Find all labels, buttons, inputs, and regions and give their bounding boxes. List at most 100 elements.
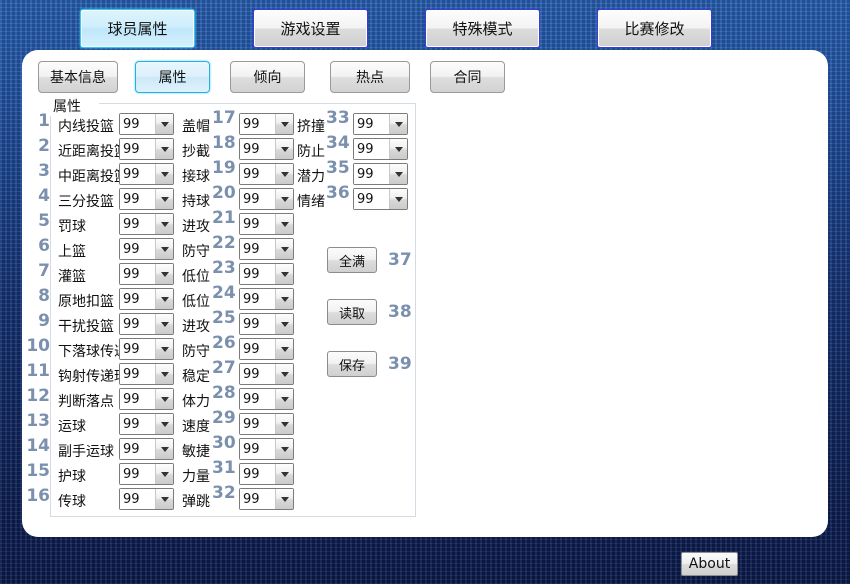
- chevron-down-icon[interactable]: [155, 289, 173, 309]
- chevron-down-icon[interactable]: [155, 439, 173, 459]
- chevron-down-icon[interactable]: [389, 189, 407, 209]
- action-button-1[interactable]: 全满: [327, 247, 377, 273]
- row-index: 8: [38, 286, 50, 306]
- attribute-label: 钩射传递球: [58, 369, 128, 385]
- attribute-select[interactable]: 99: [119, 113, 174, 135]
- action-button-label: 保存: [338, 358, 365, 374]
- attribute-select[interactable]: 99: [239, 463, 294, 485]
- sub-tab-label: 属性: [158, 70, 187, 86]
- chevron-down-icon[interactable]: [275, 364, 293, 384]
- attribute-select[interactable]: 99: [239, 438, 294, 460]
- attribute-select[interactable]: 99: [239, 413, 294, 435]
- chevron-down-icon[interactable]: [155, 314, 173, 334]
- chevron-down-icon[interactable]: [389, 139, 407, 159]
- attribute-select[interactable]: 99: [119, 313, 174, 335]
- attribute-select[interactable]: 99: [239, 263, 294, 285]
- main-tab-3[interactable]: 特殊模式: [425, 9, 540, 48]
- chevron-down-icon[interactable]: [155, 139, 173, 159]
- attribute-select[interactable]: 99: [119, 338, 174, 360]
- attribute-select[interactable]: 99: [239, 188, 294, 210]
- attribute-select[interactable]: 99: [119, 138, 174, 160]
- attribute-select[interactable]: 99: [239, 313, 294, 335]
- attribute-select[interactable]: 99: [119, 288, 174, 310]
- attribute-select[interactable]: 99: [239, 363, 294, 385]
- attribute-select[interactable]: 99: [239, 488, 294, 510]
- chevron-down-icon[interactable]: [155, 414, 173, 434]
- chevron-down-icon[interactable]: [275, 164, 293, 184]
- attribute-select[interactable]: 99: [353, 113, 408, 135]
- row-index: 15: [26, 461, 50, 481]
- chevron-down-icon[interactable]: [155, 114, 173, 134]
- chevron-down-icon[interactable]: [275, 264, 293, 284]
- main-tab-2[interactable]: 游戏设置: [253, 9, 368, 48]
- attribute-label: 进攻: [182, 319, 210, 335]
- sub-tab-3[interactable]: 倾向: [230, 61, 305, 93]
- sub-tab-4[interactable]: 热点: [330, 61, 410, 93]
- attribute-select[interactable]: 99: [239, 213, 294, 235]
- chevron-down-icon[interactable]: [275, 239, 293, 259]
- attribute-select[interactable]: 99: [119, 488, 174, 510]
- attribute-select[interactable]: 99: [239, 113, 294, 135]
- attribute-select[interactable]: 99: [119, 413, 174, 435]
- chevron-down-icon[interactable]: [155, 214, 173, 234]
- attribute-select[interactable]: 99: [119, 163, 174, 185]
- chevron-down-icon[interactable]: [155, 389, 173, 409]
- attribute-select[interactable]: 99: [239, 338, 294, 360]
- chevron-down-icon[interactable]: [275, 189, 293, 209]
- attribute-select[interactable]: 99: [119, 388, 174, 410]
- row-index: 18: [212, 133, 236, 153]
- attribute-select[interactable]: 99: [353, 138, 408, 160]
- about-button[interactable]: About: [681, 552, 738, 576]
- attribute-select[interactable]: 99: [239, 163, 294, 185]
- chevron-down-icon[interactable]: [275, 489, 293, 509]
- attribute-select[interactable]: 99: [119, 263, 174, 285]
- attribute-select[interactable]: 99: [239, 388, 294, 410]
- row-index: 20: [212, 183, 236, 203]
- chevron-down-icon[interactable]: [275, 114, 293, 134]
- chevron-down-icon[interactable]: [389, 114, 407, 134]
- chevron-down-icon[interactable]: [155, 264, 173, 284]
- chevron-down-icon[interactable]: [389, 164, 407, 184]
- chevron-down-icon[interactable]: [275, 314, 293, 334]
- main-tab-4[interactable]: 比赛修改: [597, 9, 712, 48]
- action-button-2[interactable]: 读取: [327, 299, 377, 325]
- sub-tab-1[interactable]: 基本信息: [38, 61, 118, 93]
- attribute-label: 低位: [182, 269, 210, 285]
- attribute-select[interactable]: 99: [119, 438, 174, 460]
- chevron-down-icon[interactable]: [155, 339, 173, 359]
- chevron-down-icon[interactable]: [275, 414, 293, 434]
- attribute-select[interactable]: 99: [353, 188, 408, 210]
- combo-value: 99: [120, 489, 155, 509]
- chevron-down-icon[interactable]: [275, 339, 293, 359]
- chevron-down-icon[interactable]: [275, 214, 293, 234]
- attribute-select[interactable]: 99: [119, 463, 174, 485]
- sub-tab-2[interactable]: 属性: [135, 61, 210, 93]
- row-index: 3: [38, 161, 50, 181]
- chevron-down-icon[interactable]: [155, 464, 173, 484]
- chevron-down-icon[interactable]: [155, 189, 173, 209]
- row-index: 29: [212, 408, 236, 428]
- chevron-down-icon[interactable]: [155, 364, 173, 384]
- combo-value: 99: [240, 214, 275, 234]
- attribute-select[interactable]: 99: [119, 213, 174, 235]
- main-tab-1[interactable]: 球员属性: [80, 9, 195, 48]
- chevron-down-icon[interactable]: [275, 464, 293, 484]
- chevron-down-icon[interactable]: [155, 489, 173, 509]
- chevron-down-icon[interactable]: [275, 139, 293, 159]
- action-button-3[interactable]: 保存: [327, 351, 377, 377]
- chevron-down-icon[interactable]: [275, 289, 293, 309]
- attribute-select[interactable]: 99: [119, 363, 174, 385]
- chevron-down-icon[interactable]: [275, 439, 293, 459]
- attribute-select[interactable]: 99: [239, 138, 294, 160]
- attribute-label: 运球: [58, 419, 86, 435]
- attribute-select[interactable]: 99: [239, 238, 294, 260]
- chevron-down-icon[interactable]: [275, 389, 293, 409]
- row-index: 26: [212, 333, 236, 353]
- attribute-select[interactable]: 99: [239, 288, 294, 310]
- sub-tab-5[interactable]: 合同: [430, 61, 505, 93]
- chevron-down-icon[interactable]: [155, 239, 173, 259]
- attribute-select[interactable]: 99: [353, 163, 408, 185]
- attribute-select[interactable]: 99: [119, 188, 174, 210]
- attribute-select[interactable]: 99: [119, 238, 174, 260]
- chevron-down-icon[interactable]: [155, 164, 173, 184]
